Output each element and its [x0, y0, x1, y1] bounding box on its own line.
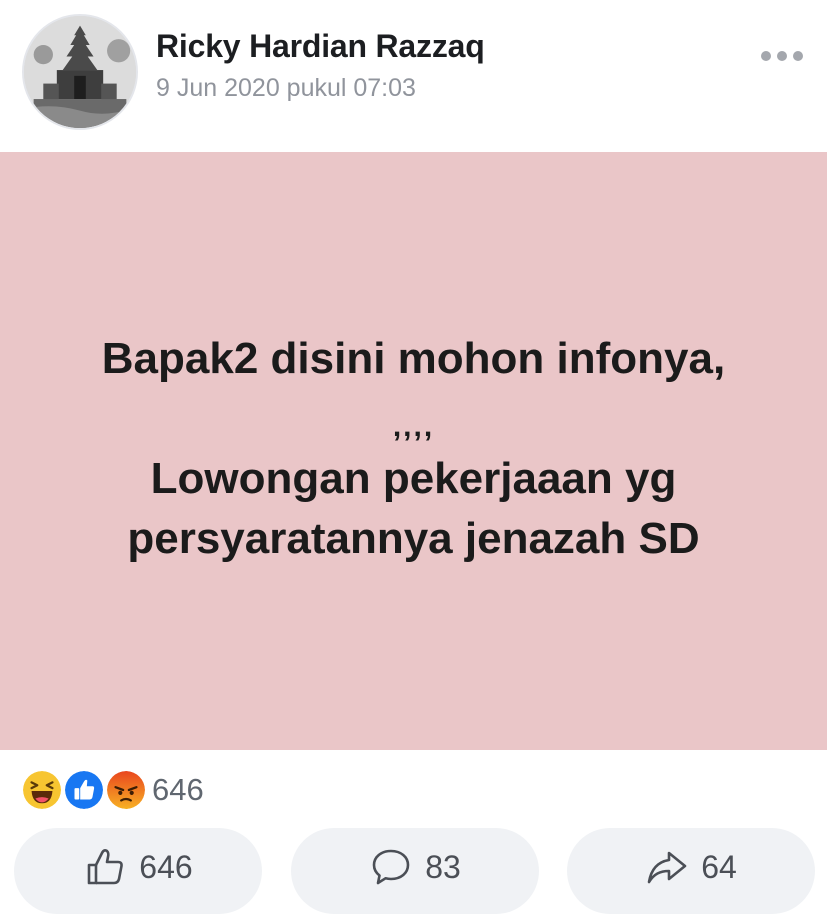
more-horizontal-icon [761, 51, 803, 61]
like-button[interactable]: 646 [14, 828, 262, 914]
temple-photo [24, 16, 136, 128]
post-body: Bapak2 disini mohon infonya, ,,,, Lowong… [0, 152, 827, 750]
haha-reaction-icon [20, 768, 64, 812]
post-text-line: Lowongan pekerjaaan yg [150, 454, 677, 503]
like-count: 646 [139, 848, 193, 885]
avatar[interactable] [22, 14, 138, 130]
share-button[interactable]: 64 [567, 828, 815, 914]
author-name[interactable]: Ricky Hardian Razzaq [156, 28, 485, 65]
post-text-line: persyaratannya jenazah SD [127, 514, 700, 563]
comment-button[interactable]: 83 [291, 828, 539, 914]
thumbs-up-icon [83, 845, 127, 889]
reaction-count: 646 [152, 772, 204, 807]
post-header: Ricky Hardian Razzaq 9 Jun 2020 pukul 07… [0, 0, 827, 152]
share-arrow-icon [645, 845, 689, 889]
reactions-summary[interactable]: 646 [20, 768, 204, 812]
angry-reaction-icon [104, 768, 148, 812]
post-timestamp[interactable]: 9 Jun 2020 pukul 07:03 [156, 74, 416, 103]
share-count: 64 [701, 848, 737, 885]
post-text-line: Bapak2 disini mohon infonya, [101, 334, 726, 383]
like-reaction-icon [62, 768, 106, 812]
reaction-icons [20, 768, 148, 812]
more-options-button[interactable] [759, 44, 805, 68]
comment-count: 83 [425, 848, 461, 885]
comment-bubble-icon [369, 845, 413, 889]
action-bar: 646 83 64 [0, 828, 827, 914]
post-text-line: ,,,, [392, 410, 435, 443]
